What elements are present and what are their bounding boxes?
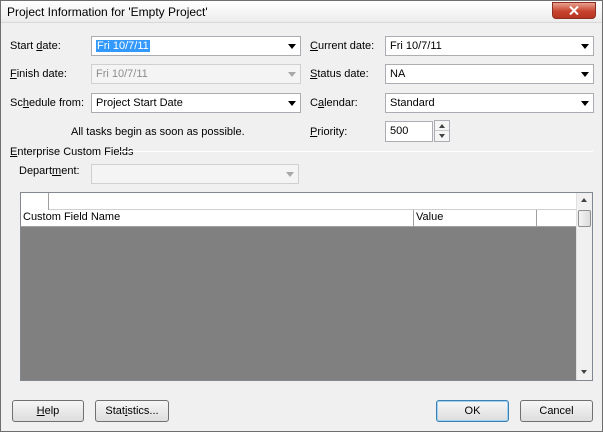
chevron-down-icon[interactable] [581, 44, 589, 49]
window-title: Project Information for 'Empty Project' [7, 5, 208, 19]
scroll-down-arrow [581, 370, 587, 374]
priority-value: 500 [390, 125, 409, 137]
calendar-label-post: lendar: [324, 97, 358, 109]
title-bar[interactable]: Project Information for 'Empty Project' [1, 1, 602, 23]
start-date-label-post: ate: [42, 40, 61, 52]
column-header-value[interactable]: Value [414, 210, 537, 226]
help-button[interactable]: Help [12, 400, 84, 422]
ok-button[interactable]: OK [436, 400, 509, 422]
finish-date-label-post: inish date: [16, 68, 67, 80]
start-date-value: Fri 10/7/11 [96, 40, 150, 52]
grid-edit-bar[interactable] [21, 193, 576, 210]
schedule-from-label-post: edule from: [28, 97, 84, 109]
finish-date-value: Fri 10/7/11 [96, 68, 148, 80]
statistics-post: stics... [127, 405, 159, 417]
cancel-button[interactable]: Cancel [520, 400, 593, 422]
department-label: Department: [19, 165, 80, 177]
chevron-down-icon [286, 172, 294, 177]
finish-date-label-key: F [10, 68, 17, 80]
schedule-from-label-pre: Sc [10, 97, 23, 109]
chevron-down-icon[interactable] [288, 44, 296, 49]
enterprise-group-label: Enterprise Custom Fields [10, 146, 134, 158]
statistics-pre: Stat [105, 405, 125, 417]
spin-up-icon[interactable] [435, 121, 449, 131]
scroll-down-icon[interactable] [581, 370, 587, 374]
calendar-label: Calendar: [310, 97, 358, 109]
column-header-custom-field-name[interactable]: Custom Field Name [21, 210, 414, 226]
help-key: H [36, 405, 45, 417]
group-divider [119, 151, 593, 152]
chevron-down-icon [288, 72, 296, 77]
statistics-button[interactable]: Stat i stics... [95, 400, 169, 422]
priority-label-post: riority: [317, 126, 348, 138]
schedule-from-combo[interactable]: Project Start Date [91, 93, 301, 113]
custom-fields-grid[interactable]: Custom Field Name Value [20, 192, 593, 381]
calendar-value: Standard [390, 97, 435, 109]
department-label-pre: Depart [19, 165, 53, 177]
close-x-icon [569, 6, 579, 15]
chevron-down-icon[interactable] [288, 101, 296, 106]
grid-corner [21, 193, 49, 210]
schedule-note: All tasks begin as soon as possible. [71, 126, 245, 138]
chevron-down-icon[interactable] [581, 72, 589, 77]
status-date-combo[interactable]: NA [385, 64, 594, 84]
status-date-value: NA [390, 68, 406, 80]
grid-header: Custom Field Name Value [21, 210, 576, 227]
department-combo [91, 164, 299, 184]
current-date-label-post: urrent date: [317, 40, 375, 52]
start-date-label: Start date: [10, 40, 61, 52]
chevron-down-icon[interactable] [581, 101, 589, 106]
help-rest: elp [44, 405, 60, 417]
spin-up-arrow [439, 123, 445, 128]
status-date-label: Status date: [310, 68, 369, 80]
priority-spinner[interactable] [434, 120, 450, 142]
project-information-dialog: Project Information for 'Empty Project' … [0, 0, 603, 432]
department-label-key: m [52, 165, 62, 177]
start-date-combo[interactable]: Fri 10/7/11 [91, 36, 301, 56]
spin-down-arrow [439, 134, 445, 138]
finish-date-label: Finish date: [10, 68, 67, 80]
schedule-from-value: Project Start Date [96, 97, 183, 109]
scroll-up-arrow [581, 198, 587, 202]
scroll-thumb[interactable] [578, 210, 591, 227]
start-date-value-wrap: Fri 10/7/11 [96, 40, 150, 52]
close-button[interactable] [552, 2, 596, 19]
scroll-up-icon[interactable] [581, 198, 587, 202]
finish-date-combo: Fri 10/7/11 [91, 64, 301, 84]
grid-scrollbar[interactable] [576, 193, 592, 380]
start-date-label-pre: Start [10, 40, 37, 52]
calendar-combo[interactable]: Standard [385, 93, 594, 113]
department-label-post: ent: [61, 165, 80, 177]
current-date-label-key: C [310, 40, 318, 52]
spin-down-icon[interactable] [435, 131, 449, 141]
current-date-value: Fri 10/7/11 [390, 40, 442, 52]
enterprise-group-label-post: nterprise Custom Fields [17, 146, 134, 158]
current-date-combo[interactable]: Fri 10/7/11 [385, 36, 594, 56]
calendar-label-pre: C [310, 97, 318, 109]
priority-label: Priority: [310, 126, 347, 138]
schedule-from-label: Schedule from: [10, 97, 84, 109]
status-date-label-post: tatus date: [317, 68, 369, 80]
priority-input[interactable]: 500 [385, 121, 433, 142]
current-date-label: Current date: [310, 40, 374, 52]
